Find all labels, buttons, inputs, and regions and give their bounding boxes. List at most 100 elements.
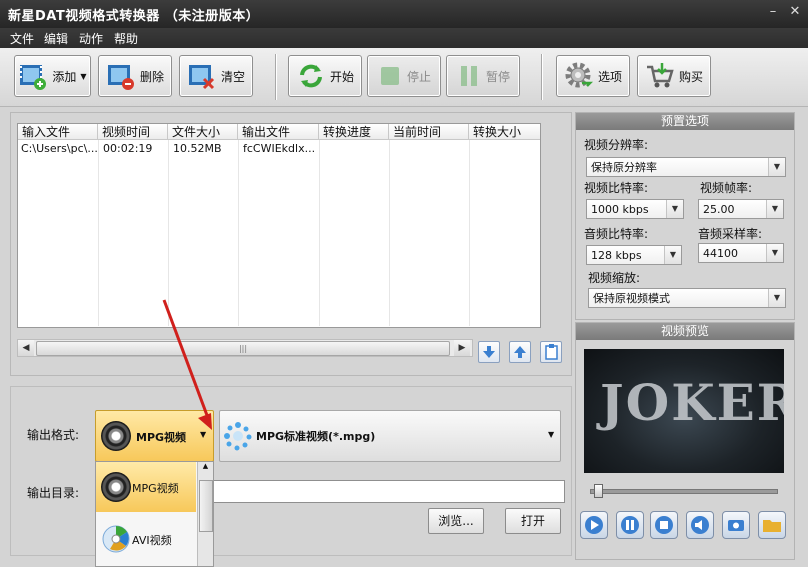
column-divider	[469, 140, 470, 326]
chevron-down-icon: ▼	[768, 289, 785, 307]
sample-rate-label: 音频采样率:	[698, 227, 763, 241]
start-button[interactable]: 开始	[288, 55, 362, 97]
pause-button[interactable]: 暂停	[446, 55, 520, 97]
move-down-button[interactable]	[478, 341, 500, 363]
add-button[interactable]: 添加 ▼	[14, 55, 91, 97]
volume-icon	[691, 516, 709, 534]
audio-bitrate-label: 音频比特率:	[584, 227, 649, 241]
chevron-down-icon: ▼	[664, 246, 681, 264]
column-header[interactable]: 当前时间	[389, 124, 469, 140]
scroll-up-arrow-icon[interactable]: ▲	[199, 462, 212, 474]
column-header[interactable]: 输入文件	[18, 124, 98, 140]
sample-rate-select[interactable]: 44100 ▼	[698, 243, 784, 263]
title-bar: 新星DAT视频格式转换器 （未注册版本） – ✕	[0, 0, 808, 28]
seek-slider-thumb[interactable]	[593, 484, 603, 498]
chevron-down-icon: ▼	[766, 244, 783, 262]
pause-label: 暂停	[485, 69, 510, 84]
delete-label: 删除	[139, 69, 164, 84]
window-title: 新星DAT视频格式转换器 （未注册版本）	[8, 9, 260, 24]
toolbar-divider	[541, 54, 542, 100]
snapshot-button[interactable]	[722, 511, 750, 539]
column-divider	[238, 140, 239, 326]
buy-label: 购买	[678, 69, 703, 84]
volume-button[interactable]	[686, 511, 714, 539]
frame-rate-label: 视频帧率:	[700, 181, 753, 195]
output-dir-input[interactable]	[212, 480, 565, 503]
format-profile-value: MPG标准视频(*.mpg)	[256, 430, 376, 443]
column-header[interactable]: 视频时间	[98, 124, 168, 140]
film-add-icon	[18, 61, 48, 91]
preview-title: 视频预览	[576, 323, 794, 340]
scrollbar-thumb[interactable]: |||	[36, 341, 450, 356]
video-bitrate-label: 视频比特率:	[584, 181, 649, 195]
chevron-down-icon: ▼	[548, 430, 555, 439]
clear-label: 清空	[220, 69, 245, 84]
format-profile-select[interactable]: MPG标准视频(*.mpg) ▼	[219, 410, 561, 462]
preview-frame-text: JOKER	[600, 373, 784, 432]
pause-preview-button[interactable]	[616, 511, 644, 539]
scroll-right-arrow-icon[interactable]: ▶	[454, 340, 470, 356]
table-row[interactable]: C:\Users\pc\... 00:02:19 10.52MB fcCWIEk…	[18, 141, 540, 157]
open-button[interactable]: 打开	[505, 508, 561, 534]
minimize-button[interactable]: –	[764, 4, 782, 20]
dropdown-item-mpg[interactable]: MPG视频	[96, 462, 196, 512]
column-header[interactable]: 转换进度	[319, 124, 389, 140]
close-button[interactable]: ✕	[786, 4, 804, 20]
column-header[interactable]: 输出文件	[238, 124, 319, 140]
dropdown-item-label: AVI视频	[132, 534, 172, 547]
column-header[interactable]: 转换大小	[469, 124, 540, 140]
browse-button[interactable]: 浏览...	[428, 508, 484, 534]
pause-icon	[621, 516, 639, 534]
preset-options-panel: 预置选项 视频分辨率: 保持原分辨率 ▼ 视频比特率: 视频帧率: 1000 kb…	[575, 112, 795, 320]
video-bitrate-select[interactable]: 1000 kbps ▼	[586, 199, 684, 219]
clipboard-icon	[545, 344, 558, 360]
dropdown-item-label: MPG视频	[132, 482, 179, 495]
delete-button[interactable]: 删除	[98, 55, 172, 97]
start-label: 开始	[329, 69, 354, 84]
resolution-select[interactable]: 保持原分辨率 ▼	[586, 157, 786, 177]
chevron-down-icon: ▼	[80, 71, 87, 81]
scaling-label: 视频缩放:	[588, 271, 641, 285]
frame-rate-select[interactable]: 25.00 ▼	[698, 199, 784, 219]
film-reel-icon	[101, 472, 131, 502]
copy-button[interactable]	[540, 341, 562, 363]
chevron-down-icon: ▼	[766, 200, 783, 218]
format-category-dropdown[interactable]: MPG视频 AVI视频 ▲	[95, 461, 214, 567]
pause-icon	[456, 63, 482, 89]
resolution-label: 视频分辨率:	[584, 138, 649, 152]
arrow-up-icon	[514, 346, 526, 358]
open-folder-button[interactable]	[758, 511, 786, 539]
output-file-cell: fcCWIEkdlx...	[243, 142, 316, 155]
seek-slider[interactable]	[590, 489, 778, 494]
menu-edit[interactable]: 编辑	[44, 30, 68, 47]
film-reel-icon	[101, 421, 131, 451]
options-button[interactable]: 选项	[556, 55, 630, 97]
menu-file[interactable]: 文件	[10, 30, 34, 47]
scaling-value: 保持原视频模式	[593, 292, 670, 305]
menu-help[interactable]: 帮助	[114, 30, 138, 47]
scaling-select[interactable]: 保持原视频模式 ▼	[588, 288, 786, 308]
chevron-down-icon: ▼	[768, 158, 785, 176]
size-cell: 10.52MB	[173, 142, 222, 155]
menu-action[interactable]: 动作	[79, 30, 103, 47]
toolbar: 添加 ▼ 删除 清空 开始 停止 暂停 选项 购买	[0, 48, 808, 107]
stop-button[interactable]: 停止	[367, 55, 441, 97]
play-button[interactable]	[580, 511, 608, 539]
dropdown-scrollbar[interactable]: ▲	[197, 462, 213, 566]
column-header[interactable]: 文件大小	[168, 124, 238, 140]
column-divider	[98, 140, 99, 326]
horizontal-scrollbar[interactable]: ◀ ||| ▶	[17, 339, 473, 357]
stop-preview-button[interactable]	[650, 511, 678, 539]
clear-button[interactable]: 清空	[179, 55, 253, 97]
stop-label: 停止	[406, 69, 431, 84]
shopping-cart-icon	[645, 61, 675, 91]
buy-button[interactable]: 购买	[637, 55, 711, 97]
file-table[interactable]: 输入文件 视频时间 文件大小 输出文件 转换进度 当前时间 转换大小 C:\Us…	[17, 123, 541, 328]
avi-disc-icon	[101, 524, 131, 557]
dropdown-item-avi[interactable]: AVI视频	[96, 514, 196, 564]
audio-bitrate-select[interactable]: 128 kbps ▼	[586, 245, 682, 265]
preview-screen: JOKER	[584, 349, 784, 473]
scrollbar-thumb[interactable]	[199, 480, 213, 532]
scroll-left-arrow-icon[interactable]: ◀	[18, 340, 34, 356]
move-up-button[interactable]	[509, 341, 531, 363]
